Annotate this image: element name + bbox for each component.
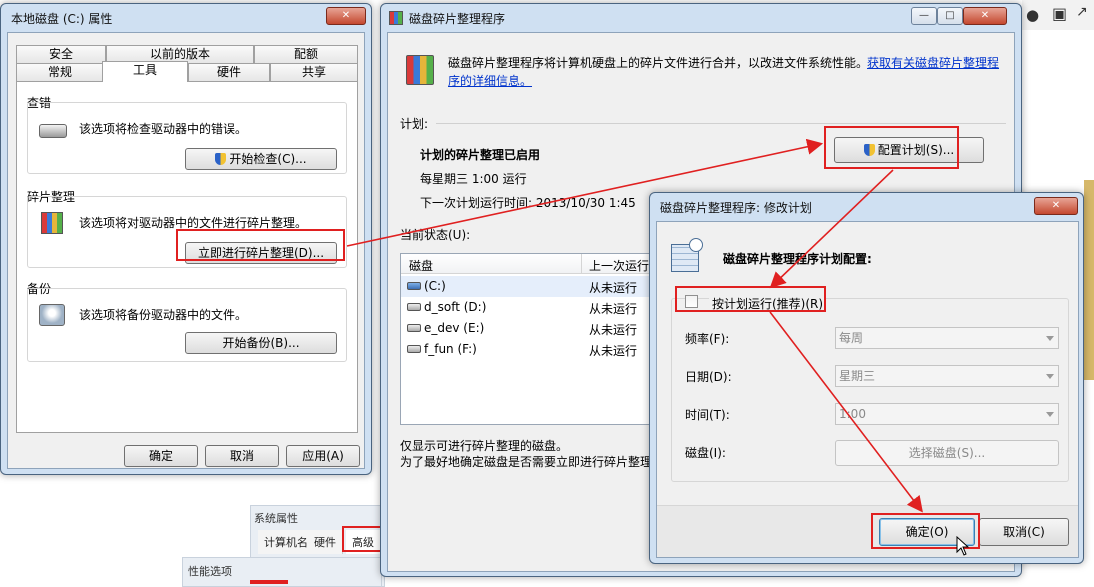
annotation-mark [250, 580, 288, 584]
tab-security[interactable]: 安全 [16, 45, 106, 63]
learn-more-link-continued[interactable]: 序的详细信息。 [448, 72, 532, 89]
column-disk[interactable]: 磁盘 [409, 257, 433, 274]
disk-last-run: 从未运行 [589, 344, 638, 358]
defrag-large-icon [406, 55, 434, 85]
defrag-icon [41, 212, 63, 234]
footer-note-2: 为了最好地确定磁盘是否需要立即进行碎片整理 [400, 455, 653, 469]
footer-note-1: 仅显示可进行碎片整理的磁盘。 [400, 439, 569, 453]
start-check-button[interactable]: 开始检查(C)... [185, 148, 337, 170]
intro-text: 磁盘碎片整理程序将计算机硬盘上的碎片文件进行合并，以改进文件系统性能。 [448, 56, 869, 70]
window-title: 本地磁盘 (C:) 属性 [11, 12, 113, 26]
annotation-box-defrag-now [176, 229, 345, 261]
system-properties-title: 系统属性 [254, 512, 298, 525]
window-title: 磁盘碎片整理程序 [409, 12, 506, 26]
select-disks-button[interactable]: 选择磁盘(S)... [835, 440, 1059, 466]
tab-sharing[interactable]: 共享 [270, 63, 358, 81]
tab-hardware[interactable]: 硬件 [188, 63, 270, 81]
tab-general[interactable]: 常规 [16, 63, 104, 81]
modify-schedule-window: 磁盘碎片整理程序: 修改计划 ✕ 磁盘碎片整理程序计划配置: 按计划运行(推荐)… [649, 192, 1084, 564]
time-label: 时间(T): [685, 408, 730, 422]
backup-icon [39, 304, 65, 326]
current-status-label: 当前状态(U): [400, 228, 471, 242]
expand-icon[interactable]: ↗ [1076, 4, 1088, 20]
annotation-box-advanced-tab [342, 526, 382, 552]
learn-more-link[interactable]: 获取有关磁盘碎片整理程 [867, 54, 999, 71]
shield-icon [215, 153, 227, 165]
performance-options-title: 性能选项 [188, 565, 232, 578]
date-select[interactable]: 星期三 [835, 365, 1059, 387]
chevron-down-icon [1046, 412, 1054, 417]
column-last-run[interactable]: 上一次运行 [589, 257, 649, 274]
cancel-button[interactable]: 取消 [205, 445, 279, 467]
cancel-button[interactable]: 取消(C) [979, 518, 1069, 546]
tab-hardware[interactable]: 硬件 [308, 530, 343, 554]
disk-last-run: 从未运行 [589, 323, 638, 337]
modify-schedule-body: 磁盘碎片整理程序计划配置: 按计划运行(推荐)(R) 频率(F): 每周 日期(… [656, 221, 1079, 558]
schedule-when: 每星期三 1:00 运行 [420, 172, 527, 186]
time-select[interactable]: 1:00 [835, 403, 1059, 425]
tab-quota[interactable]: 配额 [254, 45, 358, 63]
close-button[interactable]: ✕ [963, 7, 1007, 25]
clock-icon [689, 238, 703, 252]
crop-icon[interactable]: ▣ [1052, 4, 1067, 23]
chevron-down-icon [1046, 336, 1054, 341]
close-button[interactable]: ✕ [1034, 197, 1078, 215]
drive-check-icon [39, 124, 67, 138]
disk-list[interactable]: 磁盘 上一次运行 (C:) 从未运行 d_soft (D:) 从未运行 e_de… [400, 253, 658, 425]
disk-name: e_dev (E:) [424, 321, 485, 335]
disk-last-run: 从未运行 [589, 302, 638, 316]
error-check-description: 该选项将检查驱动器中的错误。 [79, 122, 248, 136]
background-colored-band [1084, 180, 1094, 380]
list-item[interactable]: (C:) 从未运行 [401, 276, 657, 297]
disk-last-run: 从未运行 [589, 281, 638, 295]
column-divider [581, 254, 582, 274]
disk-name: d_soft (D:) [424, 300, 487, 314]
tab-computer-name[interactable]: 计算机名 [258, 530, 315, 554]
frequency-select[interactable]: 每周 [835, 327, 1059, 349]
list-item[interactable]: f_fun (F:) 从未运行 [401, 339, 657, 360]
schedule-label: 计划: [400, 117, 429, 131]
start-backup-button[interactable]: 开始备份(B)... [185, 332, 337, 354]
chat-icon[interactable]: ● [1026, 6, 1039, 24]
drive-c-icon [407, 282, 421, 290]
chevron-down-icon [1046, 374, 1054, 379]
ok-button[interactable]: 确定 [124, 445, 198, 467]
list-header: 磁盘 上一次运行 [401, 254, 657, 274]
minimize-button[interactable]: — [911, 7, 937, 25]
next-run-time: 下一次计划运行时间: 2013/10/30 1:45 [420, 196, 636, 210]
mouse-cursor-icon [956, 536, 970, 556]
defrag-app-icon [389, 11, 403, 25]
annotation-box-checkbox [675, 286, 826, 312]
maximize-button[interactable]: □ [937, 7, 963, 25]
drive-icon [407, 345, 421, 353]
drive-icon [407, 303, 421, 311]
tab-tools[interactable]: 工具 [102, 61, 188, 82]
backup-description: 该选项将备份驱动器中的文件。 [79, 308, 248, 322]
disk-label: 磁盘(I): [685, 446, 726, 460]
date-label: 日期(D): [685, 370, 732, 384]
window-title: 磁盘碎片整理程序: 修改计划 [660, 201, 812, 215]
frequency-label: 频率(F): [685, 332, 730, 346]
close-button[interactable]: ✕ [326, 7, 366, 25]
divider [436, 123, 1006, 124]
apply-button[interactable]: 应用(A) [286, 445, 360, 467]
list-item[interactable]: d_soft (D:) 从未运行 [401, 297, 657, 318]
list-item[interactable]: e_dev (E:) 从未运行 [401, 318, 657, 339]
schedule-config-heading: 磁盘碎片整理程序计划配置: [723, 252, 872, 266]
disk-name: (C:) [424, 279, 446, 293]
drive-icon [407, 324, 421, 332]
schedule-status: 计划的碎片整理已启用 [420, 148, 541, 162]
disk-name: f_fun (F:) [424, 342, 477, 356]
annotation-box-configure [824, 126, 959, 169]
